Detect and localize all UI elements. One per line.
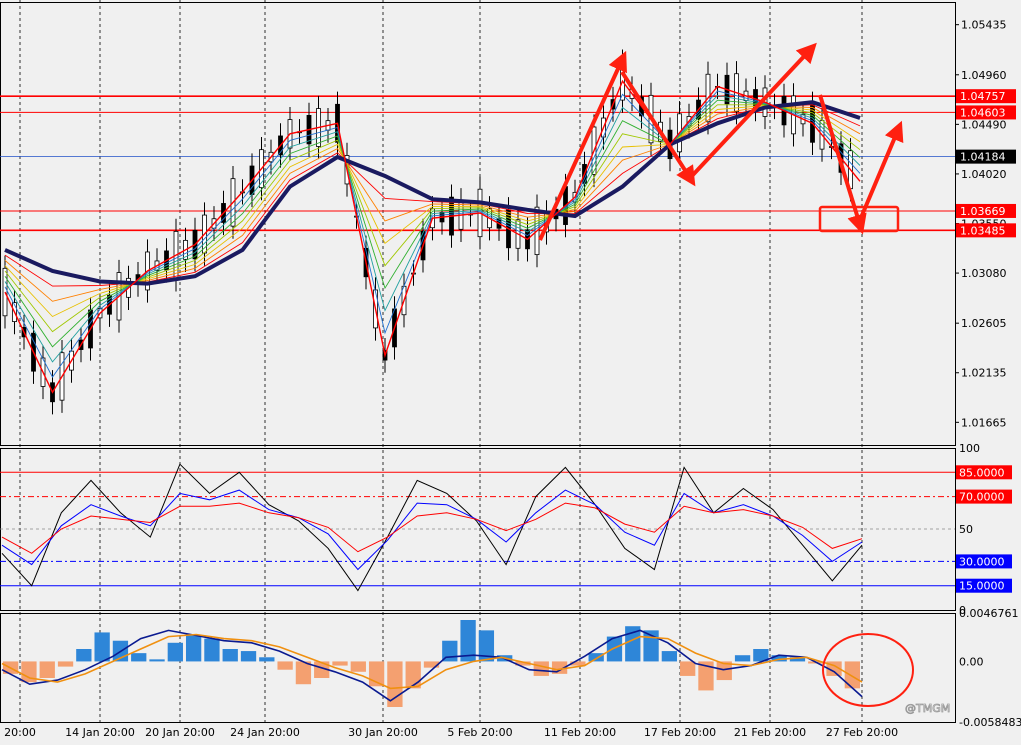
x-tick-label: 17 Feb 20:00	[644, 726, 716, 739]
macd-histogram-bar	[661, 651, 678, 662]
macd-histogram-bar	[277, 661, 293, 670]
macd-histogram-bar	[295, 661, 312, 685]
price-y-tick-label: 1.03080	[961, 267, 1007, 280]
x-tick-label: 5 Feb 20:00	[447, 726, 512, 739]
osc-level-label: 85.0000	[959, 466, 1005, 479]
trading-chart: 20:00 14 Jan 20:00 20 Jan 20:00 24 Jan 20:0…	[0, 0, 1021, 745]
macd-histogram-bar	[533, 661, 549, 676]
macd-histogram-bar	[94, 632, 110, 662]
x-tick-label: 30 Jan 20:00	[348, 726, 418, 739]
macd-histogram-bar	[149, 659, 165, 662]
price-y-tick-label: 1.01665	[961, 416, 1007, 429]
osc-y-tick-label: 50	[959, 523, 973, 536]
osc-level-label: 70.0000	[959, 491, 1005, 504]
macd-histogram-bar	[39, 661, 55, 679]
price-level-label: 1.04184	[960, 151, 1006, 164]
x-tick-label: 24 Jan 20:00	[230, 726, 300, 739]
macd-histogram-bar	[332, 661, 348, 666]
candle-body	[2, 267, 8, 317]
macd-histogram-bar	[222, 649, 238, 662]
price-y-tick-label: 1.04960	[961, 69, 1007, 82]
macd-histogram-bar	[734, 655, 751, 662]
price-level-label: 1.03485	[960, 224, 1006, 237]
macd-histogram-bar	[844, 661, 860, 689]
macd-histogram-bar	[405, 661, 421, 689]
macd-histogram-bar	[57, 661, 74, 667]
macd-y-tick-label: -0.0058483	[959, 716, 1021, 729]
macd-histogram-bar	[76, 649, 92, 662]
price-y-tick-label: 1.02135	[961, 367, 1007, 380]
macd-y-tick-label: 0.0046761	[959, 607, 1019, 620]
macd-histogram-bar	[167, 642, 183, 662]
macd-histogram-bar	[204, 638, 220, 662]
price-y-tick-label: 1.05435	[961, 19, 1007, 32]
x-tick-label: 20 Jan 20:00	[145, 726, 215, 739]
osc-level-label: 30.0000	[959, 555, 1005, 568]
price-level-label: 1.04603	[960, 106, 1006, 119]
macd-histogram-bar	[588, 653, 604, 662]
macd-histogram-bar	[680, 661, 696, 676]
x-tick-label: 21 Feb 20:00	[734, 726, 806, 739]
price-level-label: 1.04757	[960, 90, 1006, 103]
price-y-tick-label: 1.02605	[961, 317, 1007, 330]
macd-histogram-bar	[131, 653, 147, 662]
macd-y-tick-label: 0.00	[959, 655, 984, 668]
price-y-tick-label: 1.04020	[961, 168, 1007, 181]
chart-stage: 20:00 14 Jan 20:00 20 Jan 20:00 24 Jan 20:0…	[0, 0, 1021, 745]
watermark-text: @TMGM	[905, 702, 950, 715]
macd-histogram-bar	[259, 657, 275, 662]
price-level-label: 1.03669	[960, 205, 1006, 218]
osc-level-label: 15.0000	[959, 580, 1005, 593]
x-tick-label: 14 Jan 20:00	[65, 726, 135, 739]
macd-histogram-bar	[185, 634, 202, 662]
macd-histogram-bar	[350, 661, 366, 672]
x-tick-label: 27 Feb 20:00	[826, 726, 898, 739]
x-tick-label: 20:00	[4, 726, 36, 739]
osc-y-tick-label: 100	[959, 442, 980, 455]
price-y-tick-label: 1.04490	[961, 118, 1007, 131]
macd-histogram-bar	[240, 651, 257, 662]
x-tick-label: 11 Feb 20:00	[544, 726, 616, 739]
